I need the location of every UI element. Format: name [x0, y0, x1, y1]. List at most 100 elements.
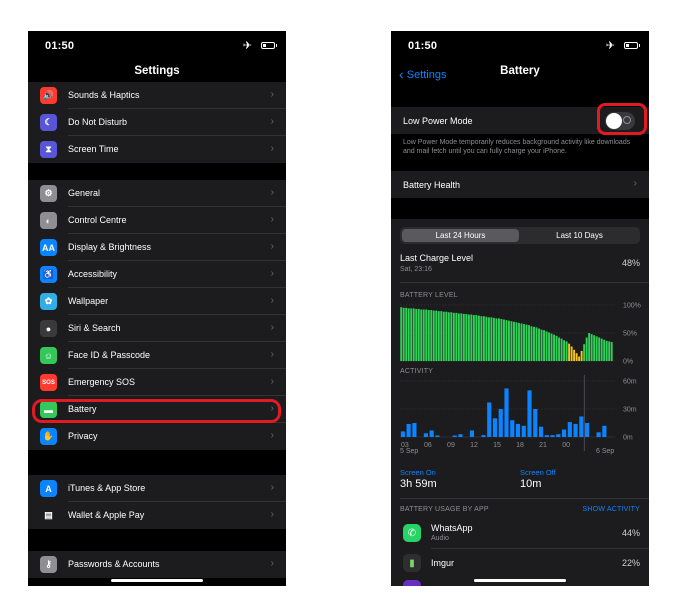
settings-row-label: iTunes & App Store — [68, 483, 146, 493]
battery-bar — [460, 313, 463, 361]
settings-row-wallet-apple-pay[interactable]: ▤ Wallet & Apple Pay › — [28, 502, 286, 529]
chevron-right-icon: › — [633, 178, 637, 189]
battery-bar — [437, 311, 440, 361]
battery-bar — [588, 333, 591, 361]
settings-row-emergency-sos[interactable]: SOS Emergency SOS › — [28, 369, 286, 396]
battery-bar — [500, 319, 503, 361]
home-indicator[interactable] — [111, 579, 203, 582]
battery-bar — [405, 307, 408, 361]
app-row-whatsapp[interactable]: ✆ WhatsApp Audio 44% — [391, 520, 649, 549]
settings-row-screen-time[interactable]: ⧗ Screen Time › — [28, 136, 286, 163]
screen-off-value: 10m — [520, 478, 542, 490]
activity-x-label: 12 — [470, 442, 478, 449]
sos-icon: SOS — [40, 374, 57, 391]
settings-row-control-centre[interactable]: ◐ Control Centre › — [28, 207, 286, 234]
chevron-right-icon: › — [270, 143, 274, 154]
last-charge-time: Sat, 23:16 — [400, 266, 432, 273]
page-title: Battery — [500, 65, 540, 77]
battery-bar — [543, 330, 545, 361]
key-icon: ⚷ — [40, 556, 57, 573]
settings-row-accessibility[interactable]: ♿ Accessibility › — [28, 261, 286, 288]
battery-bar — [593, 335, 596, 361]
activity-bar — [504, 388, 509, 437]
battery-bar — [585, 337, 588, 361]
settings-row-siri-search[interactable]: ● Siri & Search › — [28, 315, 286, 342]
settings-row-wallpaper[interactable]: ✿ Wallpaper › — [28, 288, 286, 315]
battery-bar — [525, 324, 528, 361]
moon-icon: ☾ — [40, 114, 57, 131]
battery-bar — [407, 308, 410, 361]
app-name: WhatsApp — [431, 523, 473, 533]
battery-bar — [495, 318, 498, 361]
tab-last-24-hours[interactable]: Last 24 Hours — [402, 229, 519, 242]
chevron-right-icon: › — [270, 187, 274, 198]
last-charge-label: Last Charge Level — [400, 253, 474, 263]
activity-bar — [498, 409, 503, 437]
battery-bar — [545, 331, 548, 361]
home-indicator[interactable] — [474, 579, 566, 582]
divider — [400, 282, 649, 283]
settings-row-general[interactable]: ⚙ General › — [28, 180, 286, 207]
battery-bar — [553, 334, 556, 361]
page-title: Settings — [134, 65, 180, 77]
settings-row-face-id-passcode[interactable]: ☺ Face ID & Passcode › — [28, 342, 286, 369]
show-activity-button[interactable]: SHOW ACTIVITY — [583, 506, 640, 513]
chevron-right-icon: › — [270, 430, 274, 441]
battery-bar — [600, 338, 603, 361]
settings-row-sounds-haptics[interactable]: 🔊 Sounds & Haptics › — [28, 82, 286, 109]
settings-group-3: AiTunes & App Store › ▤ Wallet & Apple Pay › — [28, 475, 286, 529]
screen-off-label: Screen Off — [520, 468, 556, 477]
activity-bar — [550, 435, 555, 437]
chevron-right-icon: › — [270, 509, 274, 520]
battery-bar — [505, 320, 508, 361]
activity-x-label: 00 — [562, 442, 570, 449]
low-power-mode-note: Low Power Mode temporarily reduces backg… — [403, 139, 631, 155]
activity-x-label: 21 — [539, 442, 547, 449]
battery-bar — [570, 346, 573, 361]
battery-bar — [533, 326, 535, 361]
settings-row-label: Privacy — [68, 431, 98, 441]
battery-bar — [452, 312, 455, 361]
activity-bar — [561, 429, 567, 437]
battery-bar — [595, 336, 598, 361]
settings-row-label: Face ID & Passcode — [68, 350, 151, 360]
settings-row-label: Siri & Search — [68, 323, 121, 333]
wallet-icon: ▤ — [40, 507, 57, 524]
battery-bar — [490, 317, 493, 361]
battery-bar — [603, 339, 606, 361]
text-size-icon: AA — [40, 239, 57, 256]
battery-bar — [530, 326, 533, 361]
chevron-right-icon: › — [270, 241, 274, 252]
battery-bar — [492, 317, 495, 361]
settings-row-display-brightness[interactable]: AA Display & Brightness › — [28, 234, 286, 261]
settings-row-privacy[interactable]: ✋ Privacy › — [28, 423, 286, 450]
battery-row-highlight — [32, 399, 281, 423]
battery-health-row[interactable]: Battery Health › — [391, 171, 649, 198]
settings-group-4: ⚷ Passwords & Accounts › — [28, 551, 286, 578]
app-row-imgur[interactable]: ▮ Imgur 22% — [391, 550, 649, 578]
activity-x-label: 06 — [424, 442, 432, 449]
battery-bar — [445, 311, 448, 361]
battery-bar — [425, 309, 428, 361]
activity-bar — [481, 435, 486, 437]
settings-row-passwords-accounts[interactable]: ⚷ Passwords & Accounts › — [28, 551, 286, 578]
activity-bar — [412, 423, 417, 437]
battery-bar — [457, 313, 460, 361]
settings-row-itunes-app-store[interactable]: AiTunes & App Store › — [28, 475, 286, 502]
battery-bar — [462, 313, 465, 361]
battery-bar — [475, 315, 478, 361]
app-percent: 22% — [621, 558, 640, 568]
battery-bar — [402, 307, 405, 361]
battery-bar — [442, 311, 445, 361]
battery-bar — [598, 337, 601, 361]
divider — [400, 498, 649, 499]
settings-row-do-not-disturb[interactable]: ☾ Do Not Disturb › — [28, 109, 286, 136]
activity-bar — [567, 422, 572, 437]
app-percent: 44% — [621, 528, 640, 538]
tab-last-10-days[interactable]: Last 10 Days — [521, 229, 638, 242]
hand-icon: ✋ — [40, 428, 57, 445]
battery-bar — [518, 322, 520, 361]
battery-bar — [555, 335, 558, 361]
settings-row-label: Emergency SOS — [68, 377, 136, 387]
battery-bar — [450, 312, 453, 361]
